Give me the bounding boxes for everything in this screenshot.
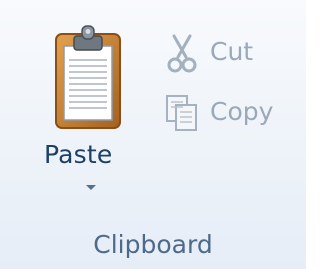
clipboard-paste-icon [55, 25, 121, 129]
clipboard-group-label: Clipboard [93, 230, 213, 259]
clipboard-ribbon-group: Paste Cut Copy Clipboard [0, 0, 306, 269]
copy-label: Copy [210, 97, 274, 126]
scissors-icon [167, 34, 197, 73]
copy-icon [166, 95, 197, 131]
cut-label: Cut [210, 37, 254, 66]
paste-label: Paste [44, 140, 113, 169]
copy-button[interactable]: Copy [152, 84, 292, 138]
paste-button[interactable]: Paste [28, 14, 140, 210]
cut-button[interactable]: Cut [152, 24, 274, 78]
chevron-down-icon[interactable] [86, 185, 96, 190]
